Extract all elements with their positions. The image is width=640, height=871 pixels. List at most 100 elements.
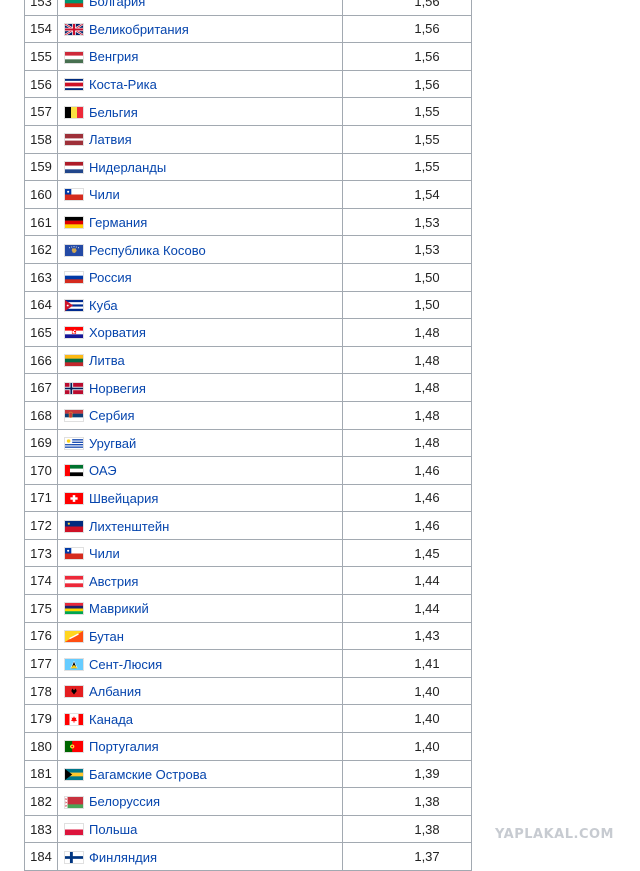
country-link[interactable]: Венгрия — [89, 50, 138, 65]
poland-flag-icon — [64, 823, 84, 836]
table-row: 165Хорватия1,48 — [25, 319, 472, 347]
country-link[interactable]: Сент-Люсия — [89, 657, 162, 672]
rank-cell: 178 — [25, 677, 58, 705]
country-link[interactable]: Великобритания — [89, 22, 189, 37]
country-link[interactable]: Болгария — [89, 0, 145, 9]
country-link[interactable]: Чили — [89, 187, 120, 202]
country-link[interactable]: Маврикий — [89, 601, 149, 616]
value-cell: 1,40 — [343, 677, 472, 705]
fertility-value: 1,53 — [383, 242, 471, 257]
saint-lucia-flag-icon — [64, 658, 84, 671]
country-link[interactable]: Германия — [89, 215, 147, 230]
fertility-value: 1,40 — [383, 684, 471, 699]
country-link[interactable]: Лихтенштейн — [89, 519, 169, 534]
liechtenstein-flag-icon — [64, 520, 84, 533]
rank-cell: 163 — [25, 263, 58, 291]
rank-cell: 170 — [25, 457, 58, 485]
country-link[interactable]: Швейцария — [89, 491, 158, 506]
country-link[interactable]: Белоруссия — [89, 795, 160, 810]
value-cell: 1,53 — [343, 208, 472, 236]
fertility-value: 1,48 — [383, 435, 471, 450]
country-link[interactable]: Республика Косово — [89, 243, 206, 258]
albania-flag-icon — [64, 685, 84, 698]
lithuania-flag-icon — [64, 354, 84, 367]
country-link[interactable]: Багамские Острова — [89, 767, 207, 782]
table-row: 164Куба1,50 — [25, 291, 472, 319]
country-link[interactable]: Литва — [89, 353, 125, 368]
country-cell: Германия — [58, 208, 343, 236]
table-row: 161 Германия 1,53 — [25, 208, 472, 236]
country-link[interactable]: Россия — [89, 270, 132, 285]
country-cell: Сербия — [58, 401, 343, 429]
value-cell: 1,48 — [343, 429, 472, 457]
netherlands-flag-icon — [64, 161, 84, 174]
rank-cell: 154 — [25, 15, 58, 43]
country-cell: Финляндия — [58, 843, 343, 871]
country-cell: Венгрия — [58, 43, 343, 71]
country-link[interactable]: Канада — [89, 712, 133, 727]
country-cell: Канада — [58, 705, 343, 733]
uae-flag-icon — [64, 464, 84, 477]
country-link[interactable]: Хорватия — [89, 325, 146, 340]
country-link[interactable]: Португалия — [89, 739, 159, 754]
value-cell: 1,41 — [343, 650, 472, 678]
portugal-flag-icon — [64, 740, 84, 753]
value-cell: 1,37 — [343, 843, 472, 871]
rank-cell: 160 — [25, 181, 58, 209]
country-link[interactable]: Албания — [89, 684, 141, 699]
rank-cell: 153 — [25, 0, 58, 15]
rank-cell: 171 — [25, 484, 58, 512]
table-row: 173 Чили 1,45 — [25, 539, 472, 567]
croatia-flag-icon — [64, 326, 84, 339]
country-link[interactable]: Куба — [89, 298, 118, 313]
fertility-value: 1,55 — [383, 104, 471, 119]
fertility-value: 1,56 — [383, 49, 471, 64]
fertility-value: 1,46 — [383, 518, 471, 533]
value-cell: 1,50 — [343, 263, 472, 291]
rank-cell: 158 — [25, 125, 58, 153]
country-link[interactable]: ОАЭ — [89, 463, 117, 478]
country-cell: Албания — [58, 677, 343, 705]
value-cell: 1,48 — [343, 346, 472, 374]
serbia-flag-icon — [64, 409, 84, 422]
fertility-value: 1,38 — [383, 794, 471, 809]
rank-cell: 173 — [25, 539, 58, 567]
table-row: 177Сент-Люсия1,41 — [25, 650, 472, 678]
table-row: 180Португалия1,40 — [25, 733, 472, 761]
latvia-flag-icon — [64, 133, 84, 146]
table-row: 163 Россия 1,50 — [25, 263, 472, 291]
value-cell: 1,56 — [343, 43, 472, 71]
country-link[interactable]: Финляндия — [89, 850, 157, 865]
country-link[interactable]: Сербия — [89, 408, 135, 423]
country-link[interactable]: Норвегия — [89, 381, 146, 396]
rank-cell: 155 — [25, 43, 58, 71]
country-link[interactable]: Коста-Рика — [89, 77, 157, 92]
country-link[interactable]: Нидерланды — [89, 160, 166, 175]
fertility-value: 1,55 — [383, 132, 471, 147]
rank-cell: 159 — [25, 153, 58, 181]
rank-cell: 169 — [25, 429, 58, 457]
country-link[interactable]: Латвия — [89, 132, 132, 147]
value-cell: 1,44 — [343, 595, 472, 623]
country-link[interactable]: Уругвай — [89, 436, 136, 451]
value-cell: 1,40 — [343, 705, 472, 733]
cuba-flag-icon — [64, 299, 84, 312]
chile-flag-icon — [64, 547, 84, 560]
table-row: 153Болгария1,56 — [25, 0, 472, 15]
table-row: 179Канада1,40 — [25, 705, 472, 733]
value-cell: 1,45 — [343, 539, 472, 567]
fertility-value: 1,39 — [383, 766, 471, 781]
country-link[interactable]: Бутан — [89, 629, 124, 644]
table-row: 166Литва1,48 — [25, 346, 472, 374]
rank-cell: 165 — [25, 319, 58, 347]
country-link[interactable]: Бельгия — [89, 105, 138, 120]
country-link[interactable]: Польша — [89, 822, 137, 837]
mauritius-flag-icon — [64, 602, 84, 615]
country-cell: Лихтенштейн — [58, 512, 343, 540]
country-link[interactable]: Чили — [89, 546, 120, 561]
table-row: 156Коста-Рика1,56 — [25, 70, 472, 98]
country-link[interactable]: Австрия — [89, 574, 138, 589]
rank-cell: 162 — [25, 236, 58, 264]
rank-cell: 180 — [25, 733, 58, 761]
rank-cell: 161 — [25, 208, 58, 236]
